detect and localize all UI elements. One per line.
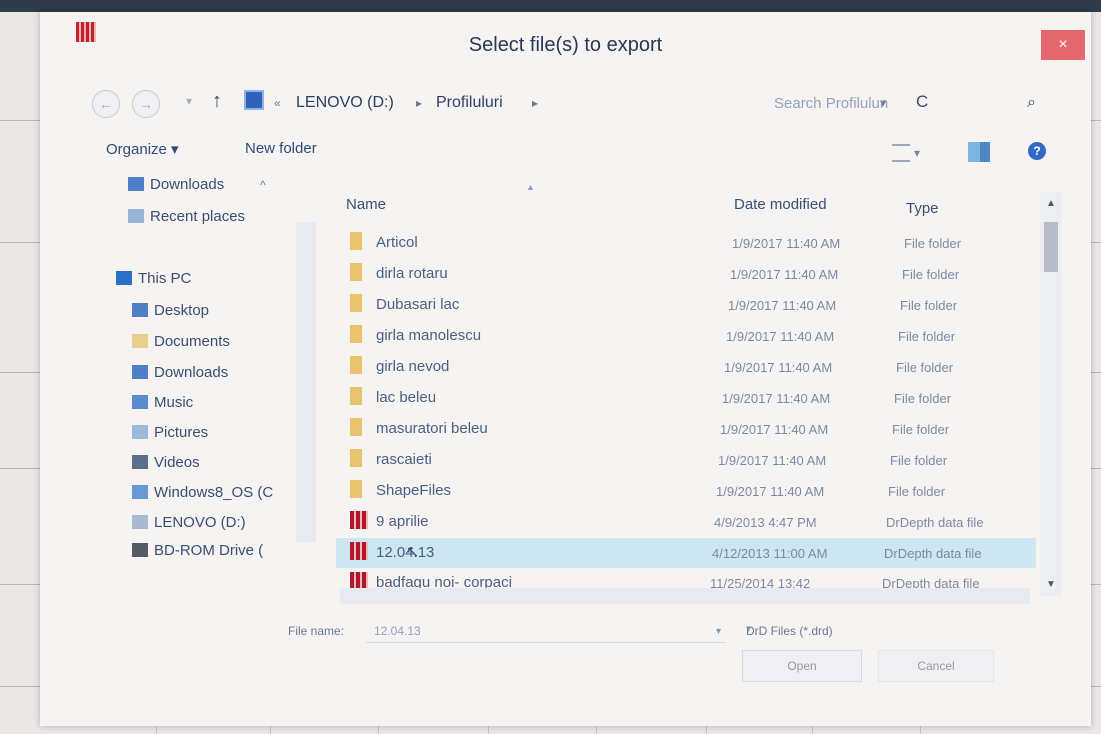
breadcrumb-lenovo-drive[interactable]: LENOVO (D:) xyxy=(296,94,394,112)
scrollbar-thumb[interactable] xyxy=(1044,222,1058,272)
file-name-dropdown-icon[interactable]: ▾ xyxy=(716,626,721,637)
nav-item-bd-rom[interactable]: BD-ROM Drive ( xyxy=(132,542,263,566)
folder-icon xyxy=(350,325,362,343)
list-item[interactable]: rascaieti 1/9/2017 11:40 AM File folder xyxy=(336,445,1036,475)
organize-button[interactable]: Organize ▾ xyxy=(106,140,179,158)
column-name[interactable]: Name xyxy=(346,196,386,213)
file-list-scrollbar[interactable]: ▲ ▼ xyxy=(1040,192,1062,596)
close-button[interactable]: × xyxy=(1041,30,1085,60)
nav-item-pictures[interactable]: Pictures xyxy=(132,424,208,448)
list-item[interactable]: Dubasari lac 1/9/2017 11:40 AM File folder xyxy=(336,290,1036,320)
nav-item-documents[interactable]: Documents xyxy=(132,333,230,357)
computer-icon xyxy=(244,90,264,110)
address-bar[interactable]: « LENOVO (D:) ▸ Profiluluri ▸ ▾ C xyxy=(240,88,928,118)
list-item[interactable]: girla nevod 1/9/2017 11:40 AM File folder xyxy=(336,352,1036,382)
list-item[interactable]: lac beleu 1/9/2017 11:40 AM File folder xyxy=(336,383,1036,413)
nav-item-lenovo-drive[interactable]: LENOVO (D:) xyxy=(132,514,246,538)
documents-icon xyxy=(132,334,148,348)
nav-item-this-pc[interactable]: This PC xyxy=(116,270,191,294)
search-input[interactable]: Search Profilulun xyxy=(774,95,888,112)
drdepth-file-icon xyxy=(350,542,368,560)
folder-icon xyxy=(350,356,362,374)
music-icon xyxy=(132,395,148,409)
nav-item-downloads-pc[interactable]: Downloads xyxy=(132,364,228,388)
up-button[interactable]: ↑ xyxy=(212,90,222,113)
open-button[interactable]: Open xyxy=(742,650,862,682)
back-button[interactable]: ← xyxy=(92,90,120,118)
list-item[interactable]: masuratori beleu 1/9/2017 11:40 AM File fo… xyxy=(336,414,1036,444)
drive-icon xyxy=(132,515,148,529)
breadcrumb-separator[interactable]: ▸ xyxy=(532,96,538,110)
folder-icon xyxy=(350,480,362,498)
file-type-select[interactable]: DrD Files (*.drd) ▾ xyxy=(736,616,990,642)
scroll-up-icon[interactable]: ▲ xyxy=(1046,198,1056,209)
navigation-bar: ← → ▾ ↑ « LENOVO (D:) ▸ Profiluluri ▸ ▾ … xyxy=(40,84,1091,124)
nav-item-desktop[interactable]: Desktop xyxy=(132,302,209,326)
list-item[interactable]: 9 aprilie 4/9/2013 4:47 PM DrDepth data fi… xyxy=(336,507,1036,537)
nav-item-music[interactable]: Music xyxy=(132,394,193,418)
list-item[interactable]: ShapeFiles 1/9/2017 11:40 AM File folder xyxy=(336,476,1036,506)
drdepth-file-icon xyxy=(350,511,368,529)
nav-item-videos[interactable]: Videos xyxy=(132,454,200,478)
scroll-down-icon[interactable]: ▼ xyxy=(1046,579,1056,590)
recent-locations-dropdown[interactable]: ▾ xyxy=(186,94,192,108)
file-name-label: File name: xyxy=(288,624,345,638)
breadcrumb-overflow[interactable]: « xyxy=(274,96,281,110)
search-box[interactable]: Search Profilulun ⌕ xyxy=(762,88,1040,118)
list-item-selected[interactable]: 12.04.13 4/12/2013 11:00 AM DrDepth data f… xyxy=(336,538,1036,568)
file-list: Articol 1/9/2017 11:40 AM File folder dirl… xyxy=(336,228,1036,598)
this-pc-icon xyxy=(116,271,132,285)
horizontal-scrollbar[interactable] xyxy=(340,588,1030,604)
folder-icon xyxy=(350,294,362,312)
view-options-icon[interactable] xyxy=(892,144,910,162)
search-icon[interactable]: ⌕ xyxy=(1027,94,1036,112)
view-dropdown-icon[interactable]: ▾ xyxy=(914,146,920,160)
background-top-bar xyxy=(0,0,1101,12)
pictures-icon xyxy=(132,425,148,439)
file-name-value: 12.04.13 xyxy=(374,624,421,638)
title-bar: Select file(s) to export × xyxy=(40,12,1091,74)
folder-icon xyxy=(350,232,362,250)
desktop-icon xyxy=(132,303,148,317)
folder-icon xyxy=(350,418,362,436)
nav-pane-scrollbar[interactable] xyxy=(296,222,316,542)
column-date-modified[interactable]: Date modified xyxy=(734,196,827,213)
breadcrumb-separator[interactable]: ▸ xyxy=(416,96,422,110)
forward-button[interactable]: → xyxy=(132,90,160,118)
command-bar: Organize ▾ New folder ▾ ? xyxy=(40,134,1091,166)
export-dialog: Select file(s) to export × ← → ▾ ↑ « LEN… xyxy=(40,12,1091,726)
folder-icon xyxy=(350,263,362,281)
list-item[interactable]: girla manolescu 1/9/2017 11:40 AM File fol… xyxy=(336,321,1036,351)
cancel-button[interactable]: Cancel xyxy=(878,650,994,682)
list-item[interactable]: dirla rotaru 1/9/2017 11:40 AM File folder xyxy=(336,259,1036,289)
downloads-icon xyxy=(132,365,148,379)
column-type[interactable]: Type xyxy=(906,200,939,217)
new-folder-button[interactable]: New folder xyxy=(245,140,317,157)
nav-item-windows-drive[interactable]: Windows8_OS (C xyxy=(132,484,273,508)
navigation-pane: Downloads Recent places This PC Desktop … xyxy=(116,172,316,592)
list-item[interactable]: Articol 1/9/2017 11:40 AM File folder xyxy=(336,228,1036,258)
dialog-title: Select file(s) to export xyxy=(468,34,663,56)
drive-icon xyxy=(132,485,148,499)
file-type-dropdown-icon: ▾ xyxy=(746,624,752,635)
file-name-field[interactable]: 12.04.13 xyxy=(366,616,726,643)
breadcrumb-profiluluri[interactable]: Profiluluri xyxy=(436,94,503,112)
bd-rom-icon xyxy=(132,543,148,557)
preview-pane-icon[interactable] xyxy=(968,142,990,162)
help-icon[interactable]: ? xyxy=(1028,142,1046,160)
mouse-cursor: ↖ xyxy=(406,544,420,561)
folder-icon xyxy=(350,449,362,467)
folder-icon xyxy=(350,387,362,405)
sort-ascending-icon: ▲ xyxy=(526,182,535,192)
column-headers: Name Date modified Type xyxy=(40,186,1091,226)
videos-icon xyxy=(132,455,148,469)
